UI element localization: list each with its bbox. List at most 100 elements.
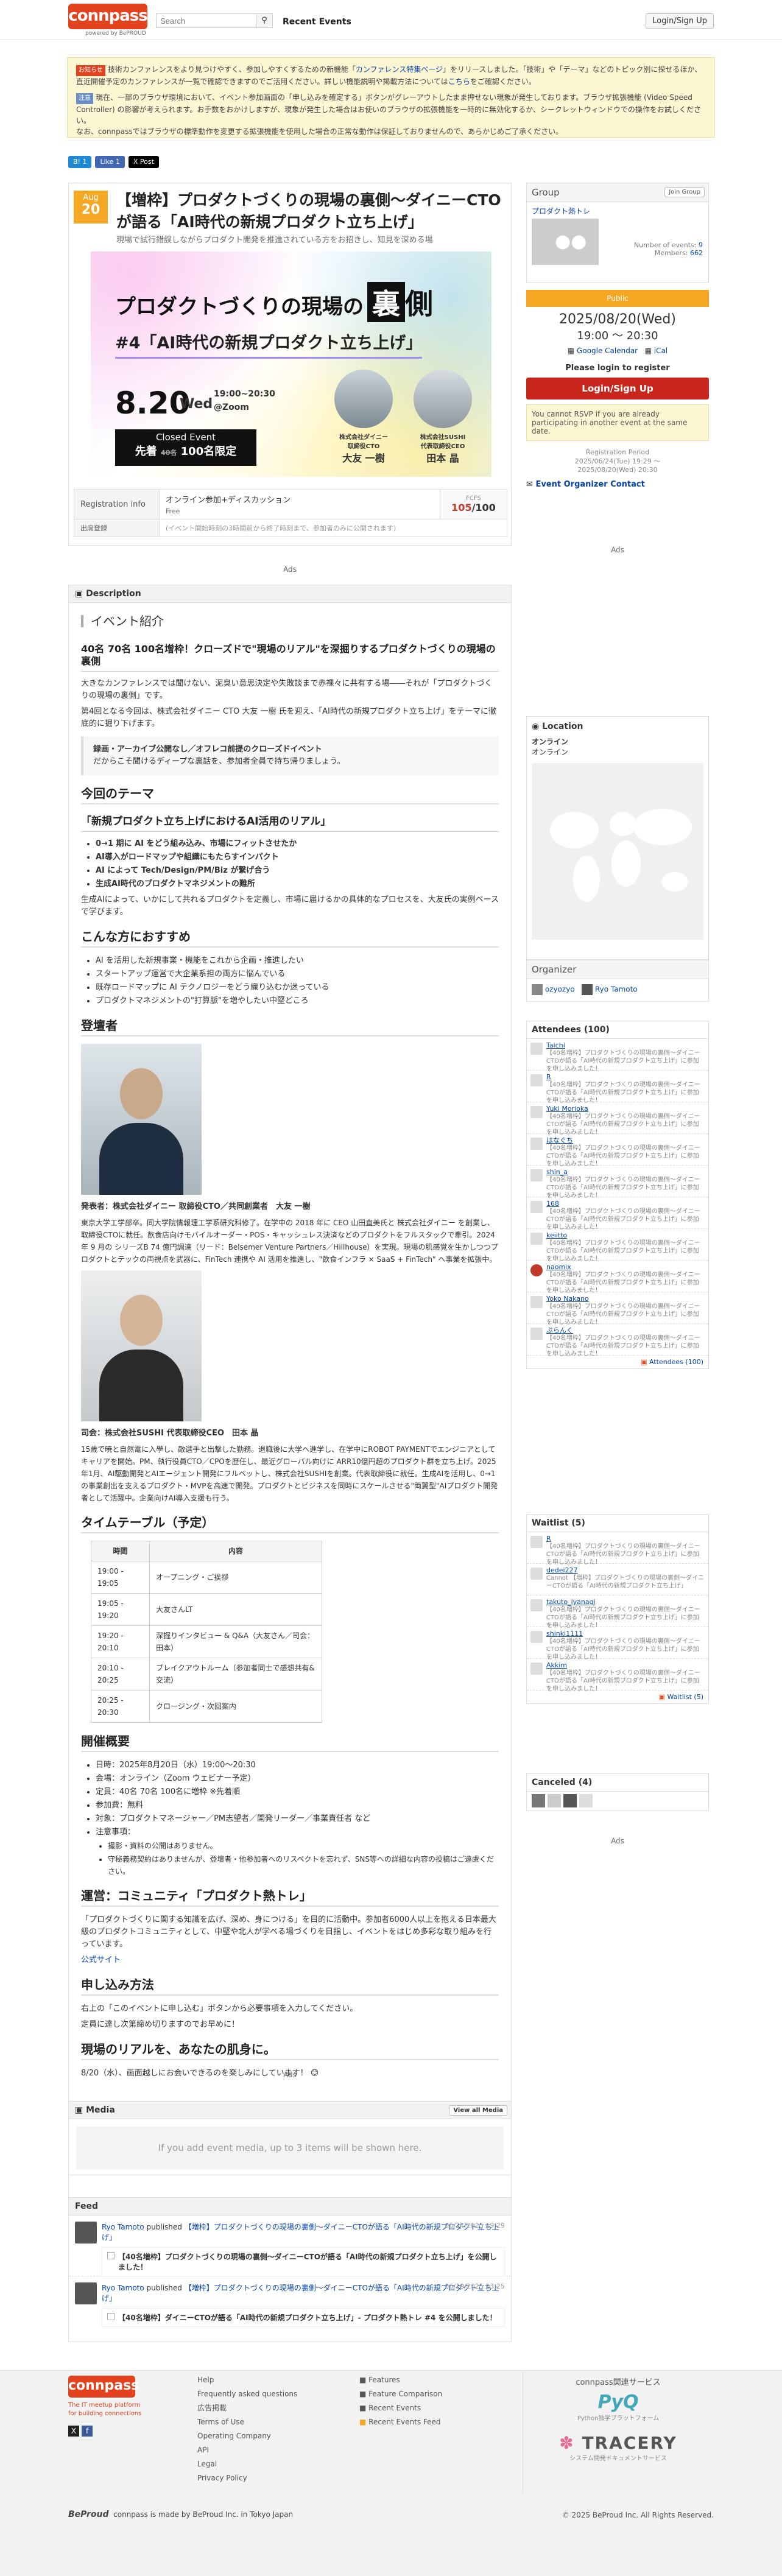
group-name-link[interactable]: プロダクト熱トレ: [532, 207, 590, 216]
organizer-link[interactable]: Ryo Tamoto: [595, 985, 638, 994]
avatar: [530, 1106, 543, 1118]
organizer-contact-link[interactable]: Event Organizer Contact: [535, 480, 644, 489]
list-item: AI を活用した新規事業・機能をこれから企画・推進したい: [96, 955, 499, 967]
speakers-heading: 登壇者: [81, 1019, 499, 1036]
footer-link[interactable]: Operating Company: [197, 2432, 271, 2440]
list-item: dedei227 Cannot 【増枠】プロダクトづくりの現場の裏側〜ダイニーCT…: [527, 1564, 708, 1596]
waitlist-link[interactable]: takuto_iyanagi: [546, 1598, 705, 1606]
header-login-button[interactable]: Login/Sign Up: [646, 13, 714, 29]
x-icon[interactable]: X: [68, 2426, 79, 2437]
media-heading: ▣ Media View all Media: [69, 2102, 511, 2119]
footer-link[interactable]: Features: [368, 2376, 400, 2384]
feed-item: Ryo Tamoto published 【増枠】プロダクトづくりの現場の裏側〜…: [69, 2215, 511, 2276]
intro-heading: イベント紹介: [81, 615, 499, 627]
events-count[interactable]: 9: [699, 241, 703, 249]
footer-link[interactable]: Frequently asked questions: [197, 2390, 297, 2398]
list-icon: ▣: [658, 1693, 665, 1701]
official-site-link[interactable]: 公式サイト: [81, 1955, 121, 1965]
ical-link[interactable]: iCal: [654, 347, 668, 355]
banner-closed-box: Closed Event 先着 40名 100名限定: [115, 429, 256, 466]
details-link[interactable]: こちら: [448, 77, 470, 86]
event-date-box: Aug 20: [74, 191, 108, 223]
attendee-link[interactable]: Yoko Nakano: [546, 1295, 705, 1303]
site-header: connpass powered by BePROUD ⚲ Recent Eve…: [0, 0, 782, 40]
footer-link[interactable]: Recent Events Feed: [368, 2418, 440, 2426]
avatar[interactable]: [579, 1794, 593, 1807]
connpass-logo[interactable]: connpass: [68, 4, 148, 29]
footer-link[interactable]: Privacy Policy: [197, 2474, 247, 2482]
organizer-heading: Organizer: [527, 960, 708, 979]
footer-link[interactable]: Feature Comparison: [368, 2390, 442, 2398]
waitlist-link[interactable]: shinki1111: [546, 1630, 705, 1638]
attendee-link[interactable]: はなぐち: [546, 1136, 705, 1144]
facebook-icon[interactable]: f: [82, 2426, 93, 2437]
members-count[interactable]: 662: [690, 249, 703, 257]
logo-subtitle: powered by BePROUD: [85, 30, 146, 37]
organizer-card: Organizer ozyozyo Ryo Tamoto: [526, 960, 709, 1002]
waitlist-link[interactable]: R: [546, 1535, 705, 1543]
attendee-link[interactable]: ぶらんく: [546, 1326, 705, 1334]
x-post-button[interactable]: X Post: [128, 156, 159, 168]
attendee-link[interactable]: naomix: [546, 1263, 705, 1271]
ads-label-side: Ads: [611, 546, 624, 554]
avatar[interactable]: [532, 1794, 545, 1807]
speaker1-portrait: [81, 1044, 202, 1195]
list-item: Akkim 【40名増枠】プロダクトづくりの現場の裏側〜ダイニーCTOが語る「AI…: [527, 1659, 708, 1692]
all-waitlist-link[interactable]: Waitlist (5): [667, 1693, 703, 1701]
footer-link[interactable]: 広告掲載: [197, 2404, 227, 2412]
join-group-button[interactable]: Join Group: [664, 187, 705, 197]
facebook-like-button[interactable]: Like 1: [95, 156, 125, 168]
search-button[interactable]: ⚲: [256, 13, 273, 28]
tracery-icon: ✽: [559, 2433, 575, 2453]
avatar: [530, 1663, 543, 1675]
all-attendees-link[interactable]: Attendees (100): [649, 1358, 703, 1366]
attendee-link[interactable]: R: [546, 1073, 705, 1081]
conference-feature-link[interactable]: カンファレンス特集ページ: [356, 65, 443, 74]
list-item: R 【40名増枠】プロダクトづくりの現場の裏側〜ダイニーCTOが語る「AI時代の新…: [527, 1532, 708, 1566]
list-item: AI導入がロードマップや組織にもたらすインパクト: [96, 851, 499, 864]
group-card: Group Join Group プロダクト熱トレ ●● Number of ev…: [526, 183, 709, 283]
attendee-link[interactable]: Taichi: [546, 1041, 705, 1049]
avatar[interactable]: [563, 1794, 577, 1807]
footer-link[interactable]: API: [197, 2446, 209, 2454]
event-banner-image: プロダクトづくりの現場の裏側 #4「AI時代の新規プロダクト立ち上げ」 8.20…: [91, 252, 491, 477]
attendee-link[interactable]: keiitto: [546, 1231, 705, 1239]
attendee-link[interactable]: 168: [546, 1200, 705, 1208]
feed-user-link[interactable]: Ryo Tamoto: [102, 2223, 144, 2231]
fcfs-label: FCFS: [466, 495, 481, 502]
footer-logo[interactable]: connpass: [68, 2376, 139, 2398]
reg-type-name: オンライン参加+ディスカッション: [166, 496, 291, 505]
feed-user-link[interactable]: Ryo Tamoto: [102, 2284, 144, 2292]
list-item: 注意事項：: [96, 1826, 499, 1839]
google-calendar-link[interactable]: Google Calendar: [577, 347, 638, 355]
pyq-logo[interactable]: PyQ: [530, 2391, 706, 2413]
waitlist-link[interactable]: Akkim: [546, 1661, 705, 1669]
hatena-bookmark-button[interactable]: B! 1: [68, 156, 92, 168]
waitlist-link[interactable]: dedei227: [546, 1566, 705, 1574]
search-icon: ⚲: [261, 16, 267, 25]
footer-link[interactable]: Legal: [197, 2460, 217, 2468]
register-login-button[interactable]: Login/Sign Up: [526, 378, 709, 399]
beproud-logo[interactable]: BeProud: [68, 2510, 109, 2519]
attendee-link[interactable]: shin_a: [546, 1168, 705, 1176]
organizer-link[interactable]: ozyozyo: [545, 985, 575, 994]
footer-link[interactable]: Help: [197, 2376, 214, 2384]
recent-events-link[interactable]: Recent Events: [283, 17, 351, 27]
feed-heading: Feed: [69, 2198, 511, 2215]
ads-label-side-2: Ads: [611, 1837, 624, 1845]
search-input[interactable]: [156, 13, 261, 28]
social-buttons: B! 1 Like 1X Post: [68, 156, 163, 169]
view-all-media-button[interactable]: View all Media: [449, 2105, 507, 2116]
avatar: [530, 1296, 543, 1308]
attendee-link[interactable]: Yuki Morioka: [546, 1105, 705, 1113]
list-item: takuto_iyanagi 【40名増枠】プロダクトづくりの現場の裏側〜ダイニー…: [527, 1596, 708, 1629]
document-icon: [107, 2313, 114, 2320]
footer-link[interactable]: Terms of Use: [197, 2418, 244, 2426]
tracery-logo[interactable]: TRACERY: [582, 2433, 677, 2453]
world-map[interactable]: [532, 763, 703, 940]
footer-link[interactable]: Recent Events: [368, 2404, 421, 2412]
list-item: 生成AI時代のプロダクトマネジメントの難所: [96, 878, 499, 890]
list-item: 撮影・資料の公開はありません。: [108, 1840, 499, 1852]
list-item: はなぐち 【40名増枠】プロダクトづくりの現場の裏側〜ダイニーCTOが語る「AI時…: [527, 1134, 708, 1167]
avatar[interactable]: [548, 1794, 562, 1807]
